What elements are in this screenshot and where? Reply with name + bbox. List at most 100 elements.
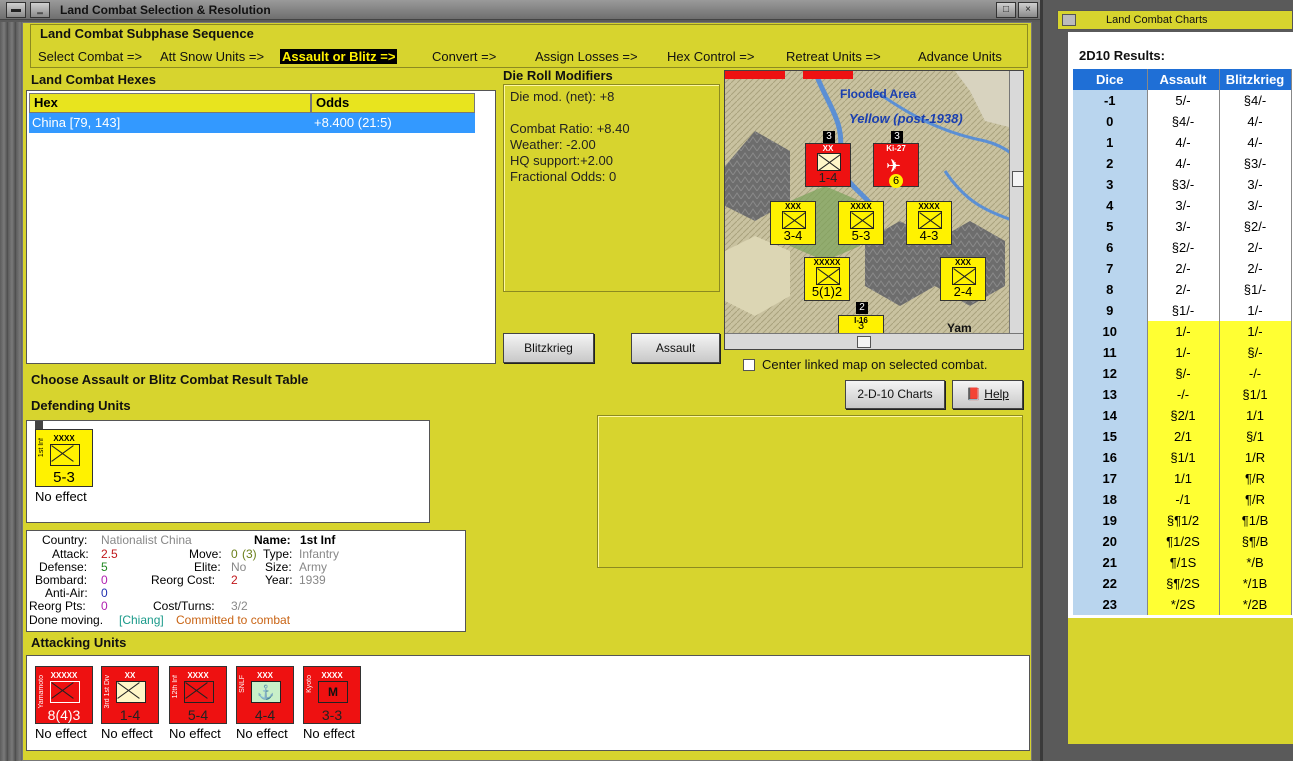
counter-size: XXXXX <box>813 258 841 267</box>
map-counter[interactable]: Ki-27 ✈ 6 <box>873 143 919 188</box>
attacking-unit-counter[interactable]: XXX SNLF ⚓ 4-4 <box>236 666 294 724</box>
table-row: 21 ¶/1S */B <box>1073 552 1292 573</box>
map-counter[interactable]: XXX 2-4 <box>940 257 986 301</box>
dice-cell: 7 <box>1073 258 1148 279</box>
map-counter[interactable]: XXX 3-4 <box>770 201 816 245</box>
antiair-label: Anti-Air: <box>45 586 88 600</box>
assault-cell: §¶1/2 <box>1147 510 1220 531</box>
name-label: Name: <box>254 533 291 547</box>
defending-unit-counter[interactable]: XXXX 1st Inf 5-3 <box>35 429 93 487</box>
charts-window-title: Land Combat Charts <box>1106 14 1208 26</box>
attacking-unit-counter[interactable]: XXXX 12th Inf 5-4 <box>169 666 227 724</box>
map-counter[interactable]: XXXX 5-3 <box>838 201 884 245</box>
combat-map[interactable]: Flooded Area Yellow (post-1938) Yam 3 3 … <box>724 70 1024 350</box>
assault-cell: 1/1 <box>1147 468 1220 489</box>
attacking-title: Attacking Units <box>31 635 127 650</box>
counter-side-label: Kyoto <box>306 675 313 693</box>
year-value: 1939 <box>299 573 326 587</box>
table-row: 7 2/- 2/- <box>1073 258 1292 279</box>
blitzkrieg-cell: 3/- <box>1219 174 1292 195</box>
blitzkrieg-cell: §1/1 <box>1219 384 1292 405</box>
reorg-pts-value: 0 <box>101 599 108 613</box>
attacking-unit-counter[interactable]: XXXXX Yamamoto 8(4)3 <box>35 666 93 724</box>
window-titlebar[interactable]: ▬ ‗ Land Combat Selection & Resolution □… <box>0 0 1040 20</box>
window-title: Land Combat Selection & Resolution <box>60 3 271 17</box>
map-counter[interactable]: XX 1-4 <box>805 143 851 187</box>
elite-label: Elite: <box>194 560 221 574</box>
assault-cell: 2/- <box>1147 258 1220 279</box>
counter-size: XXXX <box>850 202 872 211</box>
blitzkrieg-button[interactable]: Blitzkrieg <box>503 333 594 363</box>
attack-value: 2.5 <box>101 547 118 561</box>
scroll-thumb[interactable] <box>1012 171 1023 187</box>
move-paren: (3) <box>242 547 257 561</box>
blitzkrieg-cell: 1/- <box>1219 300 1292 321</box>
step-assign-losses: Assign Losses => <box>535 49 638 64</box>
maximize-icon[interactable]: □ <box>996 2 1016 18</box>
blitzkrieg-cell: §/- <box>1219 342 1292 363</box>
assault-cell: ¶/1S <box>1147 552 1220 573</box>
dice-cell: -1 <box>1073 90 1148 111</box>
unit-flag <box>35 421 43 429</box>
dice-cell: 5 <box>1073 216 1148 237</box>
table-row: -1 5/- §4/- <box>1073 90 1292 111</box>
column-header-assault: Assault <box>1147 69 1220 90</box>
committed-status: Committed to combat <box>176 613 291 627</box>
column-header-hex[interactable]: Hex <box>29 93 311 113</box>
window-menu-icon[interactable]: ▬ <box>6 2 26 18</box>
table-row: 6 §2/- 2/- <box>1073 237 1292 258</box>
blitzkrieg-cell: 1/1 <box>1219 405 1292 426</box>
table-row[interactable]: China [79, 143] +8.400 (21:5) <box>29 113 475 133</box>
table-row: 2 4/- §3/- <box>1073 153 1292 174</box>
minimize-icon[interactable]: ‗ <box>30 2 50 18</box>
assault-cell: 5/- <box>1147 90 1220 111</box>
drm-net: Die mod. (net): +8 <box>510 89 615 104</box>
help-book-icon: 📕 <box>966 387 981 401</box>
dice-cell: 12 <box>1073 363 1148 384</box>
country-value: Nationalist China <box>101 533 192 547</box>
charts-titlebar[interactable]: Land Combat Charts <box>1057 10 1293 30</box>
assault-button[interactable]: Assault <box>631 333 720 363</box>
window-menu-icon[interactable] <box>1062 14 1076 26</box>
map-horizontal-scrollbar[interactable] <box>725 333 1023 349</box>
infantry-icon <box>816 267 840 285</box>
dice-cell: 0 <box>1073 111 1148 132</box>
assault-cell: 2/- <box>1147 279 1220 300</box>
assault-cell: 4/- <box>1147 153 1220 174</box>
counter-value: 1-4 <box>818 170 838 185</box>
scroll-thumb[interactable] <box>857 336 871 348</box>
attacking-unit-counter[interactable]: XXXX Kyoto M 3-3 <box>303 666 361 724</box>
stack-badge: 3 <box>823 131 835 143</box>
map-label-yellow-river: Yellow (post-1938) <box>849 111 963 126</box>
hexes-title: Land Combat Hexes <box>31 72 156 87</box>
dice-cell: 21 <box>1073 552 1148 573</box>
map-counter[interactable]: XXXXX 5(1)2 <box>804 257 850 301</box>
counter-size: XX <box>822 144 834 153</box>
close-icon[interactable]: × <box>1018 2 1038 18</box>
right-frame <box>1032 22 1040 761</box>
drm-box: Die mod. (net): +8 Combat Ratio: +8.40 W… <box>503 84 720 292</box>
counter-size: XXX <box>784 202 801 211</box>
help-label: Help <box>984 387 1009 401</box>
counter-value: 3 <box>857 320 865 332</box>
table-row: 1 4/- 4/- <box>1073 132 1292 153</box>
table-row: 0 §4/- 4/- <box>1073 111 1292 132</box>
map-vertical-scrollbar[interactable] <box>1009 71 1023 333</box>
assault-cell: 1/- <box>1147 321 1220 342</box>
map-label-flooded-area: Flooded Area <box>840 87 917 101</box>
counter-value: 4-4 <box>254 707 276 723</box>
column-header-odds[interactable]: Odds <box>311 93 475 113</box>
infantry-icon <box>918 211 942 229</box>
help-button[interactable]: 📕 Help <box>952 380 1023 409</box>
counter-value: 5-4 <box>187 707 209 723</box>
map-counter[interactable]: I-16 3 <box>838 315 884 335</box>
cost-turns-value: 3/2 <box>231 599 248 613</box>
counter-size: XXXX <box>918 202 940 211</box>
map-counter[interactable]: XXXX 4-3 <box>906 201 952 245</box>
attacking-unit-counter[interactable]: XX 3rd 1st Div 1-4 <box>101 666 159 724</box>
charts-button[interactable]: 2-D-10 Charts <box>845 380 945 409</box>
drm-fractional-odds: Fractional Odds: 0 <box>510 169 617 184</box>
antiair-value: 0 <box>101 586 108 600</box>
blitzkrieg-cell: §1/- <box>1219 279 1292 300</box>
center-map-checkbox[interactable] <box>743 359 755 371</box>
